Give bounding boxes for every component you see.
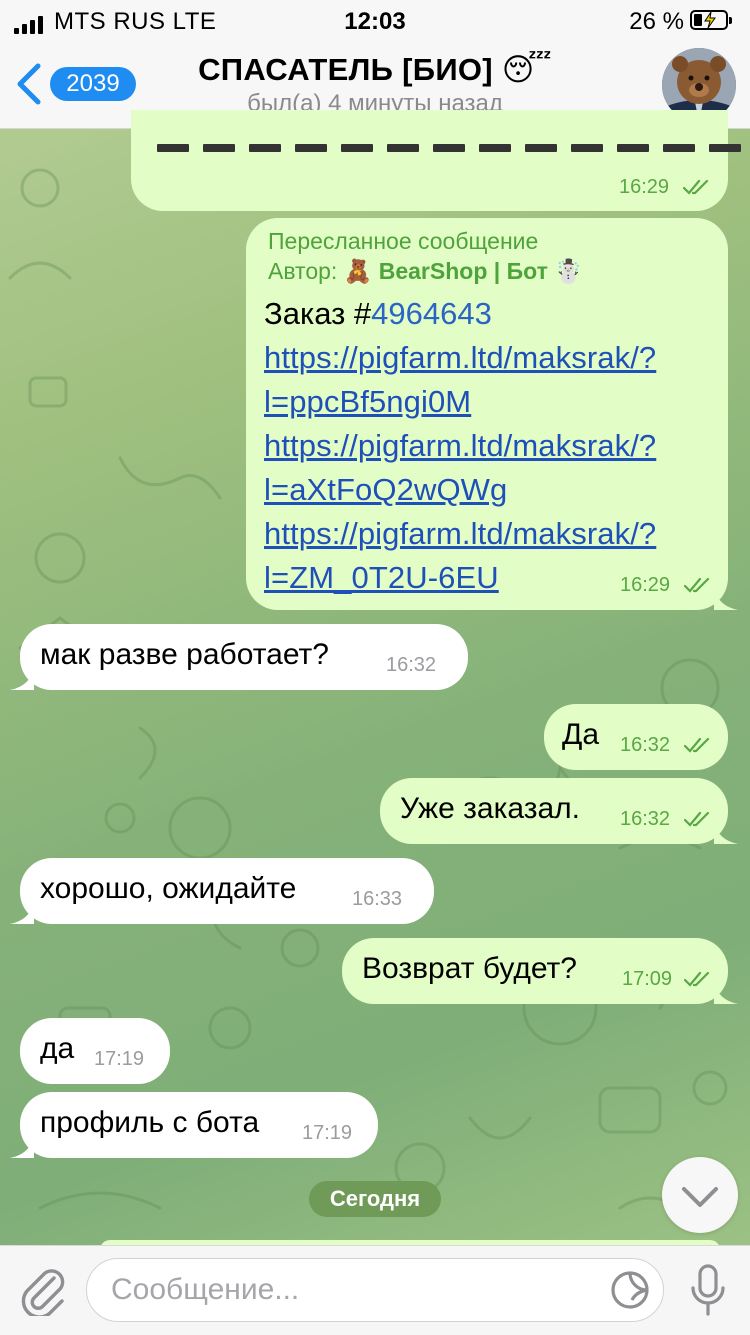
message-time: 17:19: [302, 1122, 353, 1144]
read-ticks-icon: [684, 971, 710, 987]
order-link-1-line-2[interactable]: l=ppcBf5ngi0M: [264, 384, 471, 420]
message-time: 16:33: [352, 888, 403, 910]
message-input[interactable]: [86, 1258, 664, 1322]
read-ticks-icon: [684, 737, 710, 753]
dashed-separator: [157, 144, 741, 152]
message-time: 16:32: [386, 654, 437, 676]
bubble-tail: [10, 902, 34, 924]
bubble-tail: [10, 668, 34, 690]
order-link-1-line-1[interactable]: https://pigfarm.ltd/maksrak/?: [264, 340, 656, 376]
order-prefix: Заказ #: [264, 296, 372, 331]
message-text: Возврат будет?: [362, 952, 577, 985]
message-bubble[interactable]: мак разве работает? 16:32: [10, 624, 468, 690]
message-bubble[interactable]: Уже заказал. 16:32: [380, 778, 738, 844]
message-time: 16:32: [620, 734, 671, 756]
message-bubble[interactable]: 16:29: [131, 110, 741, 211]
author-name[interactable]: BearShop | Бот ☃️: [379, 258, 583, 284]
message-time: 17:09: [622, 968, 673, 990]
forwarded-message-bubble[interactable]: Пересланное сообщение Автор: 🧸 BearShop …: [246, 218, 738, 610]
forwarded-author[interactable]: Автор: 🧸 BearShop | Бот ☃️: [268, 258, 583, 285]
order-link-2-line-2[interactable]: l=aXtFoQ2wQWg: [264, 472, 507, 508]
message-time: 16:32: [620, 808, 671, 830]
message-text: хорошо, ожидайте: [40, 872, 297, 905]
message-text: Да: [562, 718, 600, 751]
mic-icon[interactable]: [688, 1260, 728, 1320]
message-bubble[interactable]: да 17:19: [20, 1018, 170, 1084]
message-text: да: [40, 1032, 75, 1065]
message-bubble[interactable]: хорошо, ожидайте 16:33: [10, 858, 434, 924]
order-line: Заказ #4964643: [264, 296, 492, 332]
order-link-2-line-1[interactable]: https://pigfarm.ltd/maksrak/?: [264, 428, 656, 464]
message-bubble[interactable]: Да 16:32: [544, 704, 728, 770]
order-link-3-line-2[interactable]: l=ZM_0T2U-6EU: [264, 560, 499, 596]
forwarded-label: Пересланное сообщение: [268, 228, 539, 254]
read-ticks-icon: [684, 577, 710, 593]
message-bubble[interactable]: профиль с бота 17:19: [10, 1092, 378, 1158]
bubble-tail: [10, 1136, 34, 1158]
battery-icon: [690, 10, 732, 30]
chat-title[interactable]: СПАСАТЕЛЬ [БИО] 😴: [0, 52, 750, 88]
bubble-tail: [714, 822, 738, 844]
message-time: 17:19: [94, 1048, 145, 1070]
bubble-tail: [714, 982, 738, 1004]
order-number[interactable]: 4964643: [371, 296, 492, 331]
message-text: профиль с бота: [40, 1106, 260, 1139]
read-ticks-icon: [684, 811, 710, 827]
battery-percent: 26 %: [629, 8, 684, 35]
read-ticks-icon: [683, 179, 709, 195]
scroll-down-icon: [682, 1187, 718, 1207]
date-separator: Сегодня: [309, 1181, 441, 1217]
sticker-icon[interactable]: [610, 1270, 650, 1310]
status-bar: MTS RUS LTE 12:03 26 %: [0, 8, 750, 38]
scroll-down-button[interactable]: [662, 1157, 738, 1233]
author-prefix: Автор: 🧸: [268, 258, 379, 284]
bubble-tail: [714, 588, 738, 610]
composer-bar: [0, 1245, 750, 1335]
message-text: мак разве работает?: [40, 638, 329, 671]
message-time: 16:29: [620, 574, 671, 596]
order-link-3-line-1[interactable]: https://pigfarm.ltd/maksrak/?: [264, 516, 656, 552]
message-bubble[interactable]: Возврат будет? 17:09: [342, 938, 738, 1004]
attach-icon[interactable]: [18, 1264, 68, 1316]
message-text: Уже заказал.: [400, 792, 580, 825]
message-time: 16:29: [619, 176, 670, 198]
